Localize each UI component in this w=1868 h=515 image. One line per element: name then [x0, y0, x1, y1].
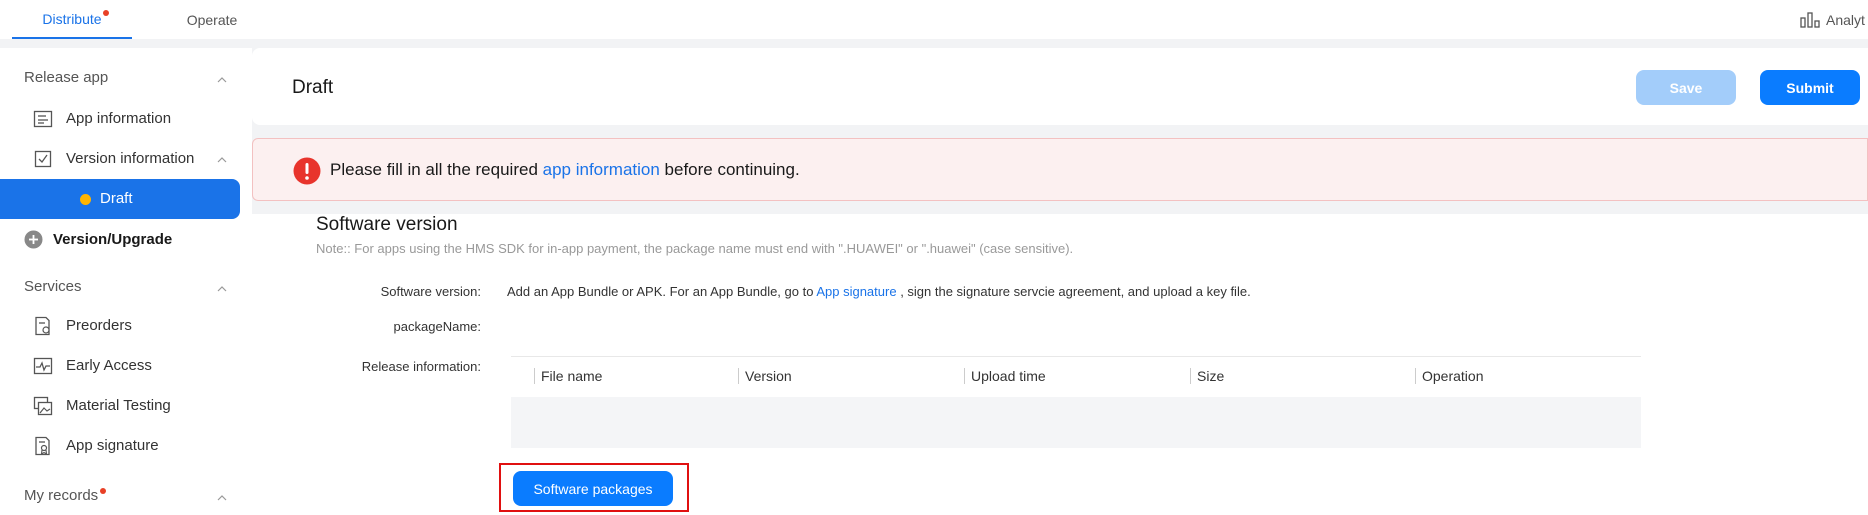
section-note: Note:: For apps using the HMS SDK for in… [316, 241, 1074, 256]
instructions-text-before: Add an App Bundle or APK. For an App Bun… [507, 284, 817, 299]
app-information-link[interactable]: app information [543, 160, 660, 179]
tab-operate[interactable]: Operate [152, 0, 272, 39]
draft-status-dot [80, 194, 91, 205]
image-icon [33, 396, 53, 416]
chevron-up-icon[interactable] [217, 284, 227, 294]
release-packages-table: File name Version Upload time Size Opera… [511, 356, 1641, 448]
sidebar-group-release-app[interactable]: Release app [24, 69, 108, 86]
sidebar: Release app App information Version info… [0, 48, 252, 515]
column-header-file-name: File name [534, 368, 602, 384]
notification-dot [100, 488, 107, 494]
sidebar-item-early-access[interactable]: Early Access [0, 346, 240, 386]
highlight-box: Software packages [499, 463, 689, 512]
sidebar-item-label: App signature [66, 437, 159, 454]
analytics-label: Analyt [1826, 11, 1865, 28]
error-icon [293, 157, 321, 185]
sidebar-item-version-information[interactable]: Version information [0, 139, 240, 179]
software-packages-button[interactable]: Software packages [513, 471, 673, 506]
certificate-icon [35, 436, 50, 456]
section-title: Software version [316, 214, 458, 235]
sidebar-item-label: Preorders [66, 317, 132, 334]
alert-text-before: Please fill in all the required [330, 160, 543, 179]
sidebar-item-material-testing[interactable]: Material Testing [0, 386, 240, 426]
sidebar-item-app-information[interactable]: App information [0, 99, 240, 139]
analytics-link[interactable]: Analyt [1800, 0, 1868, 39]
bar-chart-icon [1800, 11, 1820, 28]
notification-dot [103, 10, 109, 16]
app-signature-link[interactable]: App signature [816, 284, 896, 299]
chevron-up-icon[interactable] [217, 155, 227, 165]
sidebar-group-services[interactable]: Services [24, 278, 82, 295]
instructions-text-after: , sign the signature servcie agreement, … [896, 284, 1251, 299]
column-header-upload-time: Upload time [964, 368, 1046, 384]
sidebar-item-label: Material Testing [66, 397, 171, 414]
software-version-section: Software version Note:: For apps using t… [252, 214, 1868, 515]
tab-operate-label: Operate [186, 11, 238, 28]
sidebar-item-preorders[interactable]: Preorders [0, 306, 240, 346]
preorder-icon [35, 316, 50, 336]
draft-header-card: Draft Save Submit [252, 48, 1868, 125]
column-header-version: Version [738, 368, 792, 384]
tab-distribute[interactable]: Distribute [12, 0, 132, 39]
chevron-up-icon[interactable] [217, 493, 227, 503]
version-check-icon [34, 150, 52, 168]
error-alert-banner: Please fill in all the required app info… [252, 138, 1868, 201]
save-button[interactable]: Save [1636, 70, 1736, 105]
table-empty-body [511, 397, 1641, 448]
release-information-label: Release information: [361, 359, 481, 374]
table-header: File name Version Upload time Size Opera… [511, 357, 1641, 397]
tab-distribute-label: Distribute [42, 10, 102, 27]
document-icon [33, 110, 53, 128]
top-navigation-bar: Distribute Operate Analyt [0, 0, 1868, 39]
sidebar-item-app-signature[interactable]: App signature [0, 426, 240, 466]
sidebar-group-label: My records [24, 487, 99, 504]
sidebar-item-label: Draft [100, 190, 133, 207]
sidebar-item-draft[interactable]: Draft [0, 179, 240, 219]
software-version-label: Software version: [380, 284, 481, 299]
column-header-size: Size [1190, 368, 1224, 384]
alert-text-after: before continuing. [659, 160, 800, 179]
sidebar-item-label: Version information [66, 150, 195, 167]
package-name-label: packageName: [393, 319, 481, 334]
sidebar-item-version-upgrade[interactable]: Version/Upgrade [24, 230, 172, 249]
sidebar-item-label: Version/Upgrade [53, 231, 173, 248]
pulse-icon [33, 357, 53, 375]
chevron-up-icon[interactable] [217, 75, 227, 85]
sidebar-item-label: Early Access [66, 357, 152, 374]
plus-circle-icon [24, 230, 43, 249]
software-version-instructions: Add an App Bundle or APK. For an App Bun… [507, 284, 1251, 299]
submit-button[interactable]: Submit [1760, 70, 1860, 105]
page-title: Draft [292, 77, 334, 98]
sidebar-item-label: App information [66, 110, 172, 127]
sidebar-group-my-records[interactable]: My records [24, 487, 107, 504]
alert-message: Please fill in all the required app info… [330, 160, 800, 180]
column-header-operation: Operation [1415, 368, 1483, 384]
